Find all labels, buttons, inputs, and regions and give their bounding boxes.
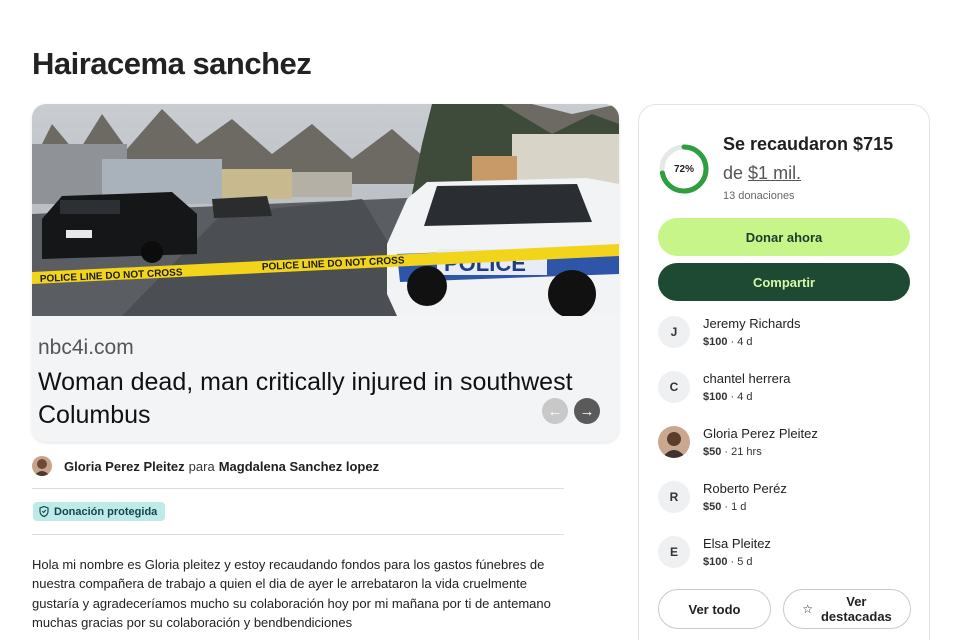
donor-meta: $100 · 5 d xyxy=(703,556,753,568)
shield-icon xyxy=(39,506,49,517)
donor-amount: $50 xyxy=(703,446,722,458)
goal-prefix: de xyxy=(723,163,744,183)
goal-amount[interactable]: $1 mil. xyxy=(748,163,801,183)
arrow-left-icon: ← xyxy=(547,402,563,420)
arrow-right-icon: → xyxy=(579,402,595,420)
star-icon: ☆ xyxy=(802,601,813,616)
donor-time: · 1 d xyxy=(721,501,747,513)
donor-avatar: R xyxy=(658,481,690,513)
donor-name: Gloria Perez Pleitez xyxy=(703,426,818,441)
donor-time: · 4 d xyxy=(727,336,753,348)
caption-headline: Woman dead, man critically injured in so… xyxy=(38,368,573,429)
donor-row: C chantel herrera $100 · 4 d xyxy=(658,371,918,405)
donate-button[interactable]: Donar ahora xyxy=(658,218,910,256)
donor-time: · 5 d xyxy=(727,556,753,568)
protected-donation-badge[interactable]: Donación protegida xyxy=(33,502,166,521)
donor-amount: $100 xyxy=(703,336,728,348)
amount-raised: Se recaudaron $715 xyxy=(723,134,894,154)
donor-name: Elsa Pleitez xyxy=(703,536,771,551)
progress-label: 72% xyxy=(673,163,694,175)
carousel-prev-button[interactable]: ← xyxy=(542,398,568,424)
organizer-row: Gloria Perez Pleitez para Magdalena Sanc… xyxy=(32,456,379,476)
donor-meta: $50 · 1 d xyxy=(703,501,746,513)
divider xyxy=(32,534,564,535)
donor-avatar: E xyxy=(658,536,690,568)
donor-time: · 21 hrs xyxy=(721,446,762,458)
donor-avatar xyxy=(658,426,690,458)
share-button[interactable]: Compartir xyxy=(658,263,910,301)
donor-avatar: J xyxy=(658,316,690,348)
see-all-button[interactable]: Ver todo xyxy=(658,589,771,629)
fundraiser-description: Hola mi nombre es Gloria pleitez y estoy… xyxy=(32,557,551,630)
carousel-next-button[interactable]: → xyxy=(574,398,600,424)
donor-name: Jeremy Richards xyxy=(703,316,801,331)
donor-amount: $100 xyxy=(703,556,728,568)
organizer-connector: para xyxy=(188,458,215,474)
divider xyxy=(32,488,564,489)
donation-sidebar: 72% Se recaudaron $715 de $1 mil. 13 don… xyxy=(638,104,930,640)
beneficiary-name[interactable]: Magdalena Sanchez lopez xyxy=(219,459,379,474)
donor-name: Roberto Peréz xyxy=(703,481,787,496)
donation-count: 13 donaciones xyxy=(723,190,795,202)
badge-label: Donación protegida xyxy=(54,505,158,518)
donor-row: Gloria Perez Pleitez $50 · 21 hrs xyxy=(658,426,918,460)
donor-row: E Elsa Pleitez $100 · 5 d xyxy=(658,536,918,570)
donor-row: J Jeremy Richards $100 · 4 d xyxy=(658,316,918,350)
donor-amount: $100 xyxy=(703,391,728,403)
news-photo: POLICE POLICE LINE DO NOT CROSS POLICE L… xyxy=(32,104,619,316)
see-featured-label: Ver destacadas xyxy=(820,594,892,624)
donor-avatar: C xyxy=(658,371,690,403)
donor-time: · 4 d xyxy=(727,391,753,403)
organizer-name[interactable]: Gloria Perez Pleitez xyxy=(64,459,185,474)
caption-source: nbc4i.com xyxy=(38,336,134,359)
avatar[interactable] xyxy=(32,456,52,476)
media-carousel[interactable]: POLICE POLICE LINE DO NOT CROSS POLICE L… xyxy=(32,104,619,442)
donor-row: R Roberto Peréz $50 · 1 d xyxy=(658,481,918,515)
donor-meta: $100 · 4 d xyxy=(703,391,753,403)
donor-name: chantel herrera xyxy=(703,371,791,386)
donor-meta: $100 · 4 d xyxy=(703,336,753,348)
page-title: Hairacema sanchez xyxy=(32,46,312,81)
see-featured-button[interactable]: ☆ Ver destacadas xyxy=(783,589,911,629)
donor-amount: $50 xyxy=(703,501,722,513)
caption: nbc4i.com Woman dead, man critically inj… xyxy=(32,316,619,442)
goal-text: de $1 mil. xyxy=(723,163,801,184)
donor-meta: $50 · 21 hrs xyxy=(703,446,762,458)
